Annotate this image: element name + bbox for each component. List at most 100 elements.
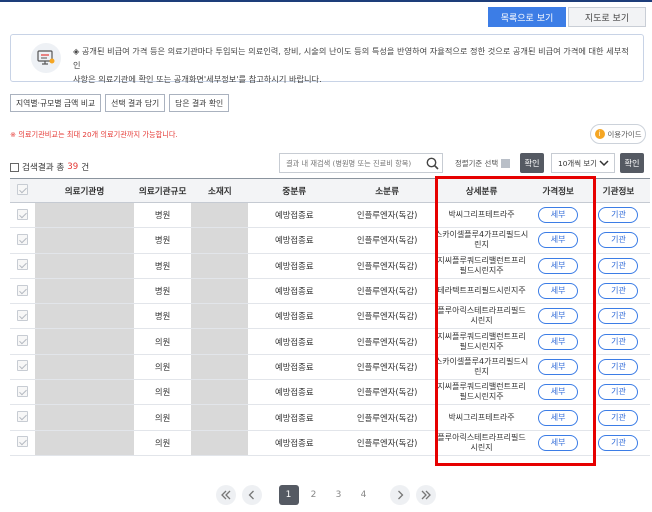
row-checkbox[interactable] [17,309,29,321]
detail-category-cell: 스카이셀플루4가프리필드시린지 [433,227,530,254]
list-view-button[interactable]: 목록으로 보기 [488,7,566,27]
institution-name-redacted [35,328,134,355]
page-size-select[interactable]: 10개씩 보기 [551,153,615,173]
column-header: 의료기관명 [35,178,134,203]
table-row: 의원 예방접종료 인플루엔자(독감) 플루아릭스테트라프리필드시린지 세부 기관 [10,430,650,456]
table-row: 병원 예방접종료 인플루엔자(독감) 지씨플루쿼드리밸런트프리필드시린지주 세부… [10,253,650,279]
location-redacted [191,278,249,305]
row-checkbox[interactable] [17,208,29,220]
first-page-icon[interactable] [216,485,236,505]
institution-name-redacted [35,354,134,381]
row-select-cell [10,354,36,381]
sub-category-cell: 인플루엔자(독감) [340,253,434,279]
save-selected-button[interactable]: 선택 결과 담기 [105,94,166,112]
size-cell: 의원 [133,354,192,381]
view-saved-button[interactable]: 담은 결과 확인 [169,94,230,112]
page-number[interactable]: 2 [304,485,324,505]
table-row: 병원 예방접종료 인플루엔자(독감) 박씨그리프테트라주 세부 기관 [10,202,650,229]
view-toggle: 목록으로 보기 지도로 보기 [488,7,646,27]
page-number[interactable]: 3 [329,485,349,505]
column-header: 의료기관규모 [133,178,192,203]
table-header-row: 의료기관명 의료기관규모 소재지 중분류 소분류 상세분류 가격정보 기관정보 [10,178,650,203]
institution-name-redacted [35,303,134,330]
last-page-icon[interactable] [416,485,436,505]
org-info-button[interactable]: 기관 [598,333,639,350]
price-detail-button[interactable]: 세부 [538,384,579,401]
row-checkbox[interactable] [17,436,29,448]
user-guide-button[interactable]: i 이용가이드 [590,124,646,144]
page-number-current[interactable]: 1 [278,485,299,505]
list-icon [10,162,19,172]
org-info-cell: 기관 [586,379,650,406]
price-detail-button[interactable]: 세부 [538,333,579,350]
row-checkbox[interactable] [17,360,29,372]
price-detail-button[interactable]: 세부 [538,232,579,249]
sub-category-cell: 인플루엔자(독감) [340,430,434,456]
org-info-button[interactable]: 기관 [598,232,639,249]
mid-category-cell: 예방접종료 [248,303,341,330]
search-input[interactable] [280,154,420,172]
row-select-cell [10,278,36,305]
price-detail-button[interactable]: 세부 [538,409,579,426]
org-info-button[interactable]: 기관 [598,283,639,300]
row-checkbox[interactable] [17,335,29,347]
row-select-cell [10,202,36,229]
size-cell: 의원 [133,404,192,431]
compare-by-region-button[interactable]: 지역별·규모별 금액 비교 [10,94,102,112]
page-size-confirm-button[interactable]: 확인 [620,153,644,173]
size-cell: 병원 [133,278,192,305]
table-row: 병원 예방접종료 인플루엔자(독감) 스카이셀플루4가프리필드시린지 세부 기관 [10,227,650,254]
org-info-button[interactable]: 기관 [598,257,639,274]
detail-category-cell: 지씨플루쿼드리밸런트프리필드시린지주 [433,253,530,279]
prev-page-icon[interactable] [242,485,262,505]
page-number[interactable]: 4 [354,485,374,505]
table-row: 의원 예방접종료 인플루엔자(독감) 지씨플루쿼드리밸런트프리필드시린지주 세부… [10,379,650,406]
row-checkbox[interactable] [17,411,29,423]
location-redacted [191,354,249,381]
next-page-icon[interactable] [390,485,410,505]
result-count-suffix: 건 [81,163,90,173]
price-detail-button[interactable]: 세부 [538,283,579,300]
location-redacted [191,227,249,254]
sub-category-cell: 인플루엔자(독감) [340,202,434,229]
column-header: 소재지 [191,178,249,203]
price-detail-button[interactable]: 세부 [538,358,579,375]
row-checkbox[interactable] [17,259,29,271]
price-info-cell: 세부 [529,379,587,406]
select-all-checkbox[interactable] [17,183,29,195]
price-detail-button[interactable]: 세부 [538,207,579,224]
org-info-button[interactable]: 기관 [598,384,639,401]
sort-select[interactable]: 정렬기준 선택 [455,158,511,169]
org-info-button[interactable]: 기관 [598,409,639,426]
price-info-cell: 세부 [529,354,587,381]
row-select-cell [10,303,36,330]
page-size-value: 10개씩 보기 [558,158,597,168]
pagination: 1 2 3 4 [216,485,436,505]
org-info-button[interactable]: 기관 [598,308,639,325]
price-detail-button[interactable]: 세부 [538,257,579,274]
column-header: 소분류 [340,178,434,203]
search-icon[interactable] [426,157,439,172]
org-info-button[interactable]: 기관 [598,358,639,375]
result-count: 검색결과 총 39 건 [10,161,89,173]
mid-category-cell: 예방접종료 [248,379,341,406]
price-detail-button[interactable]: 세부 [538,434,579,451]
sort-confirm-button[interactable]: 확인 [520,153,544,173]
table-row: 병원 예방접종료 인플루엔자(독감) 테라텍트프리필드시린지주 세부 기관 [10,278,650,305]
row-select-cell [10,404,36,431]
row-checkbox[interactable] [17,385,29,397]
map-view-button[interactable]: 지도로 보기 [568,7,646,27]
org-info-button[interactable]: 기관 [598,434,639,451]
size-cell: 병원 [133,253,192,279]
org-info-button[interactable]: 기관 [598,207,639,224]
institution-name-redacted [35,227,134,254]
size-cell: 의원 [133,328,192,355]
location-redacted [191,303,249,330]
info-icon: i [594,129,605,139]
row-checkbox[interactable] [17,233,29,245]
select-all-cell [10,178,36,203]
price-detail-button[interactable]: 세부 [538,308,579,325]
institution-name-redacted [35,253,134,279]
row-checkbox[interactable] [17,284,29,296]
sub-category-cell: 인플루엔자(독감) [340,278,434,305]
